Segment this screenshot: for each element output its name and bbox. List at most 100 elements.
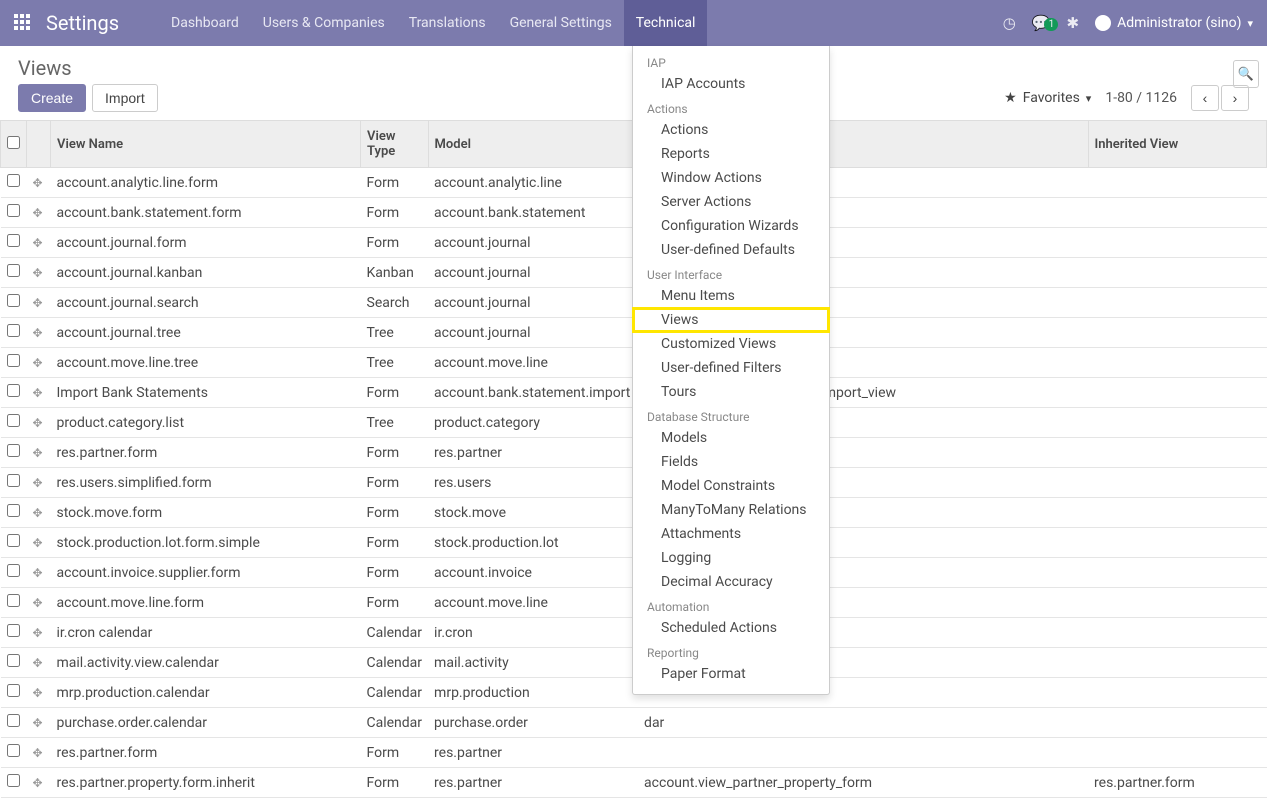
row-checkbox[interactable] (7, 384, 20, 397)
row-checkbox[interactable] (7, 174, 20, 187)
col-view-type[interactable]: View Type (361, 121, 429, 168)
dropdown-item-user-defined-filters[interactable]: User-defined Filters (633, 356, 829, 380)
drag-handle-icon[interactable]: ✥ (33, 296, 43, 310)
dropdown-item-server-actions[interactable]: Server Actions (633, 190, 829, 214)
table-row[interactable]: ✥purchase.order.calendarCalendarpurchase… (1, 708, 1267, 738)
cell-view-name: ir.cron calendar (51, 618, 361, 648)
row-checkbox[interactable] (7, 324, 20, 337)
drag-handle-icon[interactable]: ✥ (33, 506, 43, 520)
drag-handle-icon[interactable]: ✥ (33, 596, 43, 610)
search-icon[interactable]: 🔍 (1233, 60, 1259, 88)
drag-handle-icon[interactable]: ✥ (33, 686, 43, 700)
brand-title: Settings (46, 11, 119, 35)
drag-handle-icon[interactable]: ✥ (33, 626, 43, 640)
dropdown-item-menu-items[interactable]: Menu Items (633, 284, 829, 308)
drag-handle-icon[interactable]: ✥ (33, 236, 43, 250)
row-checkbox[interactable] (7, 444, 20, 457)
dropdown-item-iap-accounts[interactable]: IAP Accounts (633, 72, 829, 96)
dropdown-item-configuration-wizards[interactable]: Configuration Wizards (633, 214, 829, 238)
col-inherited[interactable]: Inherited View (1088, 121, 1266, 168)
favorites-menu[interactable]: ★ Favorites ▾ (1004, 90, 1091, 106)
col-view-name[interactable]: View Name (51, 121, 361, 168)
dropdown-item-logging[interactable]: Logging (633, 546, 829, 570)
row-checkbox[interactable] (7, 774, 20, 787)
drag-handle-icon[interactable]: ✥ (33, 476, 43, 490)
dropdown-item-views[interactable]: Views (633, 308, 829, 332)
row-checkbox[interactable] (7, 654, 20, 667)
drag-handle-icon[interactable]: ✥ (33, 266, 43, 280)
row-checkbox[interactable] (7, 714, 20, 727)
cell-model: purchase.order (428, 708, 638, 738)
drag-handle-icon[interactable]: ✥ (33, 716, 43, 730)
dropdown-item-actions[interactable]: Actions (633, 118, 829, 142)
row-checkbox[interactable] (7, 264, 20, 277)
cell-view-name: account.journal.tree (51, 318, 361, 348)
dropdown-item-tours[interactable]: Tours (633, 380, 829, 404)
dropdown-item-customized-views[interactable]: Customized Views (633, 332, 829, 356)
import-button[interactable]: Import (92, 84, 158, 112)
dropdown-item-models[interactable]: Models (633, 426, 829, 450)
user-menu[interactable]: Administrator (sino) ▾ (1095, 15, 1253, 31)
cell-inherited (1088, 198, 1266, 228)
cell-view-type: Form (361, 528, 429, 558)
create-button[interactable]: Create (18, 84, 86, 112)
table-row[interactable]: ✥res.partner.formFormres.partner (1, 738, 1267, 768)
nav-item-dashboard[interactable]: Dashboard (159, 0, 251, 46)
dropdown-item-paper-format[interactable]: Paper Format (633, 662, 829, 686)
nav-item-translations[interactable]: Translations (397, 0, 498, 46)
row-checkbox[interactable] (7, 624, 20, 637)
dropdown-item-attachments[interactable]: Attachments (633, 522, 829, 546)
drag-handle-icon[interactable]: ✥ (33, 386, 43, 400)
dropdown-item-model-constraints[interactable]: Model Constraints (633, 474, 829, 498)
drag-handle-icon[interactable]: ✥ (33, 206, 43, 220)
row-checkbox[interactable] (7, 744, 20, 757)
drag-handle-icon[interactable]: ✥ (33, 536, 43, 550)
cell-model: mrp.production (428, 678, 638, 708)
dropdown-header: Reporting (633, 640, 829, 662)
dropdown-item-fields[interactable]: Fields (633, 450, 829, 474)
apps-icon[interactable] (14, 14, 32, 32)
row-checkbox[interactable] (7, 354, 20, 367)
clock-icon[interactable]: ◷ (1003, 14, 1016, 32)
cell-inherited (1088, 558, 1266, 588)
cell-view-type: Calendar (361, 648, 429, 678)
drag-handle-icon[interactable]: ✥ (33, 656, 43, 670)
row-checkbox[interactable] (7, 594, 20, 607)
cell-view-name: res.partner.form (51, 738, 361, 768)
row-checkbox[interactable] (7, 294, 20, 307)
nav-item-users-companies[interactable]: Users & Companies (251, 0, 397, 46)
pager-prev-button[interactable]: ‹ (1191, 85, 1219, 111)
drag-handle-icon[interactable]: ✥ (33, 176, 43, 190)
drag-handle-icon[interactable]: ✥ (33, 776, 43, 790)
drag-handle-icon[interactable]: ✥ (33, 416, 43, 430)
row-checkbox[interactable] (7, 684, 20, 697)
drag-handle-icon[interactable]: ✥ (33, 566, 43, 580)
row-checkbox[interactable] (7, 204, 20, 217)
drag-handle-icon[interactable]: ✥ (33, 326, 43, 340)
drag-handle-icon[interactable]: ✥ (33, 446, 43, 460)
nav-item-technical[interactable]: Technical (624, 0, 708, 46)
dropdown-item-scheduled-actions[interactable]: Scheduled Actions (633, 616, 829, 640)
row-checkbox[interactable] (7, 534, 20, 547)
row-checkbox[interactable] (7, 474, 20, 487)
dropdown-item-reports[interactable]: Reports (633, 142, 829, 166)
dropdown-item-user-defined-defaults[interactable]: User-defined Defaults (633, 238, 829, 262)
nav-item-general-settings[interactable]: General Settings (498, 0, 624, 46)
col-model[interactable]: Model (428, 121, 638, 168)
dropdown-item-window-actions[interactable]: Window Actions (633, 166, 829, 190)
drag-handle-icon[interactable]: ✥ (33, 356, 43, 370)
dropdown-item-decimal-accuracy[interactable]: Decimal Accuracy (633, 570, 829, 594)
row-checkbox[interactable] (7, 504, 20, 517)
select-all-checkbox[interactable] (7, 136, 20, 149)
dropdown-item-manytomany-relations[interactable]: ManyToMany Relations (633, 498, 829, 522)
row-checkbox[interactable] (7, 234, 20, 247)
bug-icon[interactable]: ✱ (1066, 14, 1079, 32)
table-row[interactable]: ✥res.partner.property.form.inheritFormre… (1, 768, 1267, 798)
chat-icon[interactable]: 💬1 (1032, 14, 1051, 32)
drag-handle-icon[interactable]: ✥ (33, 746, 43, 760)
cell-inherited (1088, 348, 1266, 378)
row-checkbox[interactable] (7, 564, 20, 577)
pager-next-button[interactable]: › (1221, 85, 1249, 111)
row-checkbox[interactable] (7, 414, 20, 427)
cell-inherited (1088, 228, 1266, 258)
